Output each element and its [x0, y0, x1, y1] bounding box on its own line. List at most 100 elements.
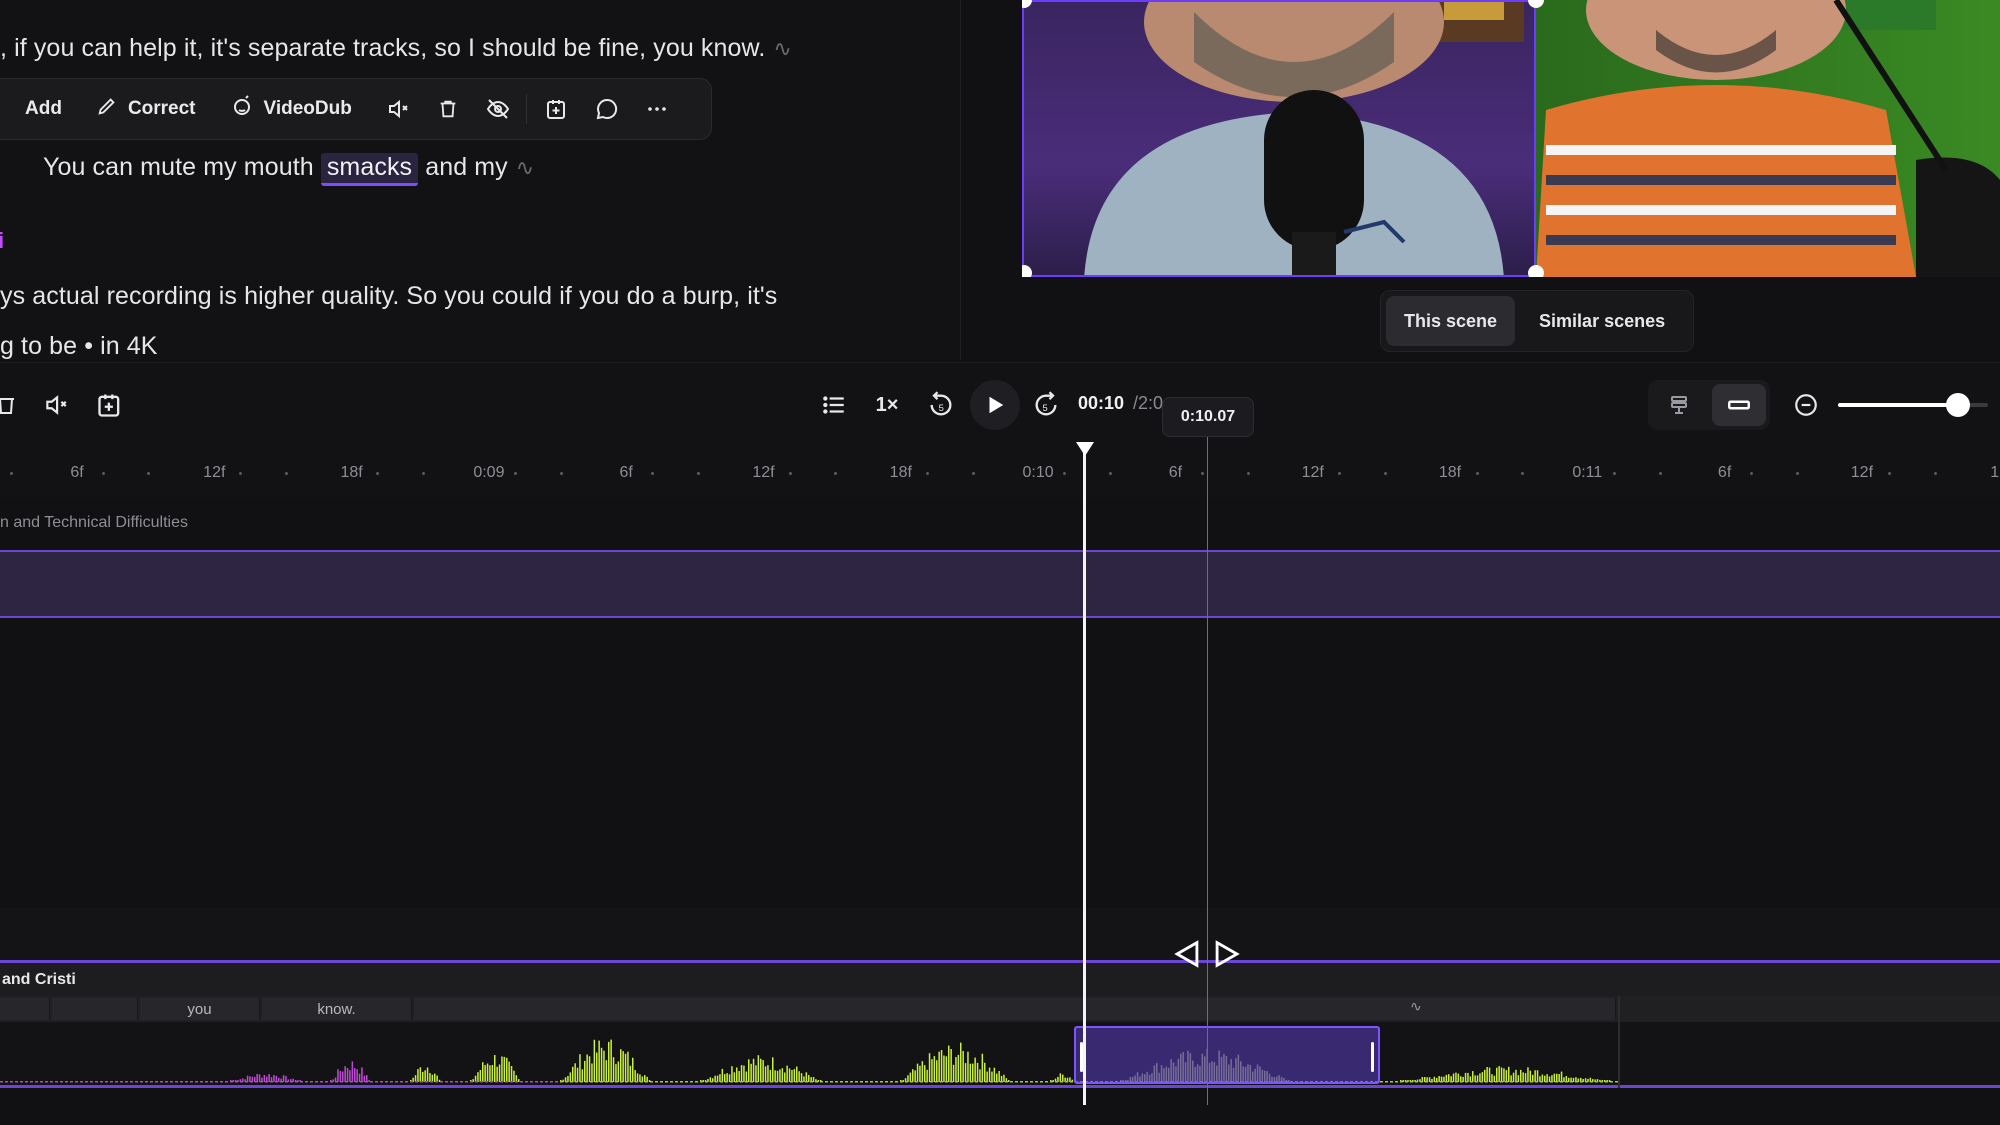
ruler-tick-label: 6f [1717, 464, 1732, 481]
playhead-handle[interactable] [1076, 442, 1094, 456]
compact-view-icon[interactable] [1712, 384, 1766, 426]
waveform-bar [755, 1065, 757, 1082]
play-button[interactable] [970, 380, 1020, 430]
camera-right[interactable] [1536, 0, 2000, 277]
word-chip[interactable]: ∿ [414, 998, 1616, 1020]
waveform-floor [950, 1081, 953, 1083]
eye-off-icon[interactable] [476, 87, 520, 131]
transcript-line-2-prefix[interactable]: You can mute my mouth [43, 153, 314, 181]
waveform-bar [1522, 1072, 1524, 1082]
ruler-tick-dot [1109, 472, 1113, 475]
waveform-bar [964, 1063, 967, 1082]
audio-track-header[interactable]: and Cristi [0, 960, 2000, 996]
word-chip[interactable] [0, 998, 50, 1020]
mute-icon[interactable] [376, 87, 420, 131]
word-chip[interactable]: know. [262, 998, 412, 1020]
transcript-line-3[interactable]: ys actual recording is higher quality. S… [0, 282, 777, 311]
waveform-bar [1517, 1075, 1520, 1082]
speaker-name[interactable]: i [0, 228, 4, 254]
nudge-right-icon[interactable] [1210, 937, 1244, 971]
zoom-out-icon[interactable] [1784, 383, 1828, 427]
waveform-floor [530, 1081, 533, 1083]
zoom-slider[interactable] [1838, 393, 1988, 417]
waveform-bar [764, 1066, 767, 1082]
waveform-bar [574, 1063, 576, 1082]
camera-left[interactable] [1022, 0, 1536, 277]
waveform-floor [235, 1081, 238, 1083]
waveform-selection[interactable] [1074, 1026, 1380, 1084]
waveform-floor [1430, 1081, 1433, 1083]
waveform-bar [957, 1054, 960, 1082]
waveform-bar [1433, 1076, 1436, 1082]
waveform-floor [1550, 1081, 1553, 1083]
ruler-tick-label: 6f [1168, 464, 1183, 481]
expanded-view-icon[interactable] [1652, 384, 1706, 426]
waveform-bar [786, 1065, 788, 1082]
skip-back-icon[interactable]: 5 [919, 383, 963, 427]
transcript-line-2-suffix[interactable]: and my [425, 153, 508, 181]
waveform-floor [1500, 1081, 1503, 1083]
more-icon[interactable] [635, 87, 679, 131]
transcript-line-1[interactable]: , if you can help it, it's separate trac… [0, 34, 792, 63]
waveform-bar [909, 1072, 912, 1082]
segment-divider [1618, 996, 1620, 1088]
waveform-bar [757, 1055, 760, 1082]
videodub-button[interactable]: VideoDub [220, 87, 362, 131]
add-scene-icon[interactable] [88, 383, 132, 427]
waveform-floor [845, 1081, 848, 1083]
waveform-bar [518, 1079, 520, 1082]
waveform-floor [835, 1081, 838, 1083]
ruler-tick-label: 18f [889, 464, 912, 481]
waveform-bar [356, 1069, 358, 1082]
waveform-floor [1395, 1081, 1398, 1083]
highlighted-word[interactable]: smacks [320, 153, 419, 186]
waveform-bar [788, 1068, 791, 1082]
nudge-left-icon[interactable] [1170, 937, 1204, 971]
speed-button[interactable]: 1× [865, 383, 909, 427]
waveform-bar [368, 1079, 370, 1082]
transcript-line-1-text[interactable]: , if you can help it, it's separate trac… [0, 34, 765, 62]
waveform-floor [925, 1081, 928, 1083]
playhead[interactable] [1083, 450, 1086, 1105]
waveform-floor [1570, 1081, 1573, 1083]
add-scene-icon[interactable] [535, 87, 579, 131]
selection-end-handle[interactable] [1371, 1042, 1374, 1072]
list-icon[interactable] [812, 383, 856, 427]
waveform-floor [30, 1081, 33, 1083]
trash-icon[interactable] [0, 383, 28, 427]
timeline-ruler[interactable]: 6f 12f 18f 0:09 6f 12f 18f 0:10 6f 12f 18f 0:11 6f 12… [0, 446, 2000, 498]
video-preview[interactable] [1022, 0, 2000, 277]
waveform-bar [617, 1061, 620, 1082]
comment-icon[interactable] [585, 87, 629, 131]
waveform-floor [750, 1081, 753, 1083]
waveform-floor [995, 1081, 998, 1083]
waveform-bar [724, 1074, 726, 1082]
waveform-bar [916, 1063, 919, 1082]
word-chip[interactable] [52, 998, 138, 1020]
ruler-tick-label: 12f [1850, 464, 1874, 481]
waveform-row[interactable] [0, 1022, 2000, 1088]
tab-this-scene[interactable]: This scene [1386, 296, 1516, 346]
waveform-floor [985, 1081, 988, 1083]
scene-track[interactable] [0, 550, 2000, 618]
waveform-bar [600, 1047, 603, 1082]
waveform-floor [1390, 1081, 1393, 1083]
trash-icon[interactable] [426, 87, 470, 131]
zoom-slider-knob[interactable] [1946, 393, 1970, 417]
word-chip[interactable]: you [140, 998, 260, 1020]
transcript-line-4[interactable]: g to be • in 4K [0, 332, 158, 360]
waveform-bar [796, 1066, 798, 1082]
add-button[interactable]: Add [15, 87, 72, 131]
waveform-bar [767, 1065, 769, 1082]
transcript-line-2[interactable]: You can mute my mouth smacks and my ∿ [43, 153, 534, 186]
resize-handle[interactable] [1528, 265, 1544, 277]
tab-similar-scenes[interactable]: Similar scenes [1521, 296, 1683, 346]
waveform-bar [515, 1075, 518, 1082]
waveform-floor [1495, 1081, 1498, 1083]
mute-icon[interactable] [34, 383, 78, 427]
waveform-bar [745, 1071, 748, 1082]
correct-button[interactable]: Correct [86, 87, 206, 131]
ruler-tick-label: 6f [70, 464, 84, 481]
waveform-floor [730, 1081, 733, 1083]
skip-forward-icon[interactable]: 5 [1024, 383, 1068, 427]
